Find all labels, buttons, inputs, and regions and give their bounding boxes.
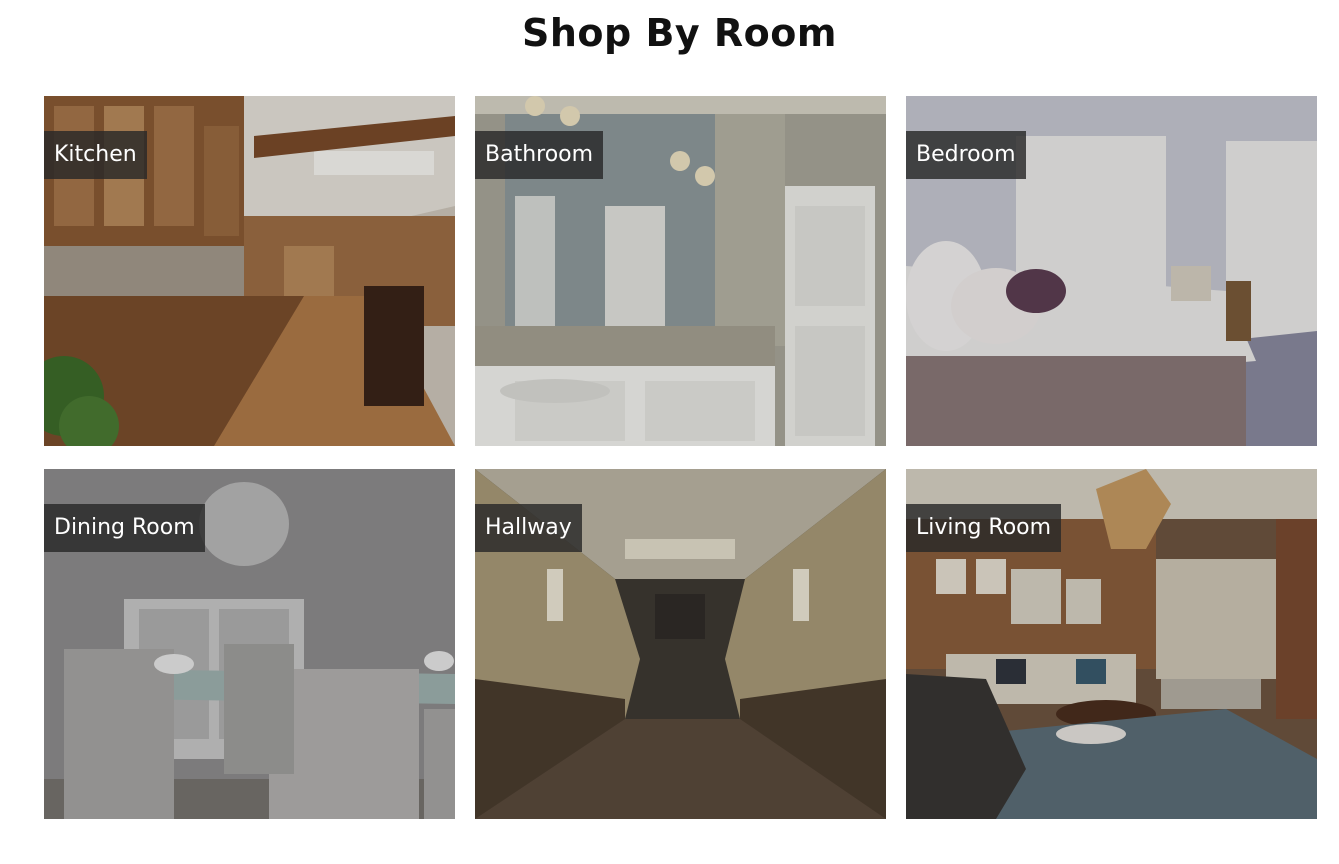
room-label-kitchen: Kitchen <box>44 131 147 179</box>
room-card-kitchen[interactable]: Kitchen <box>44 96 455 446</box>
room-label-dining-room: Dining Room <box>44 504 205 552</box>
room-card-dining-room[interactable]: Dining Room <box>44 469 455 819</box>
room-grid: Kitchen Bathroom Bedroom Dining Room Hal… <box>44 96 1317 819</box>
room-label-hallway: Hallway <box>475 504 582 552</box>
section-title: Shop By Room <box>522 11 837 55</box>
room-card-bedroom[interactable]: Bedroom <box>906 96 1317 446</box>
room-card-bathroom[interactable]: Bathroom <box>475 96 886 446</box>
room-card-hallway[interactable]: Hallway <box>475 469 886 819</box>
room-card-living-room[interactable]: Living Room <box>906 469 1317 819</box>
room-label-bathroom: Bathroom <box>475 131 604 179</box>
page: Shop By Room Kitchen Bathroom Bedroom Di… <box>0 0 1339 864</box>
room-label-living-room: Living Room <box>906 504 1062 552</box>
room-label-bedroom: Bedroom <box>906 131 1026 179</box>
